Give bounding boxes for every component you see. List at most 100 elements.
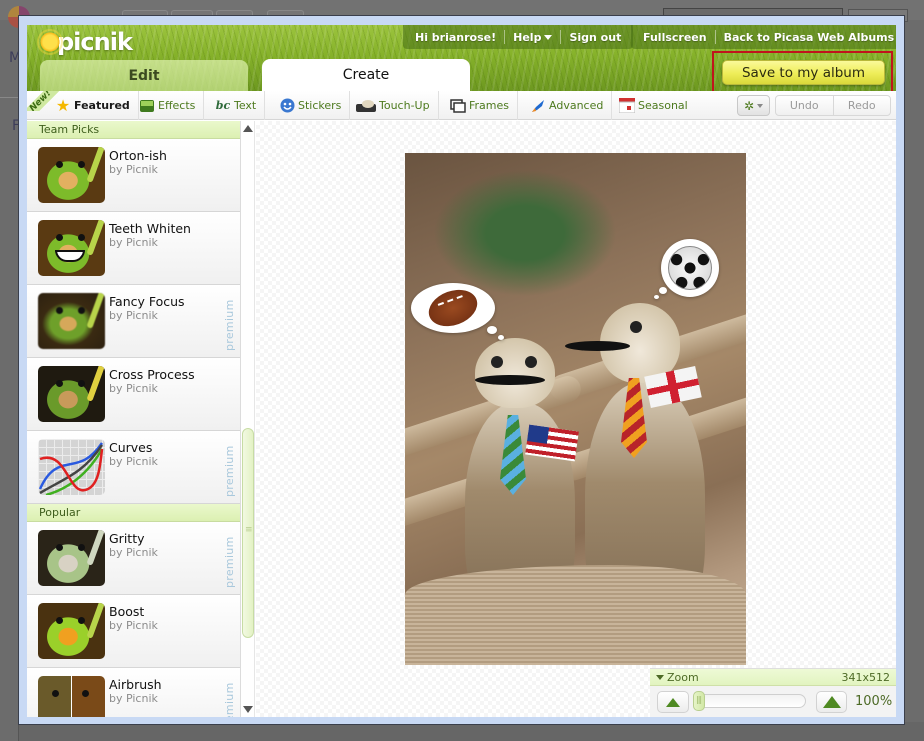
settings-menu-button[interactable]: ✲ <box>737 95 770 116</box>
sun-icon <box>39 31 61 53</box>
tool-effects[interactable]: Effects <box>131 91 205 120</box>
picnik-modal: picnik Hi brianrose! Help Sign out Fulls… <box>18 15 905 725</box>
header: picnik Hi brianrose! Help Sign out Fulls… <box>27 25 896 96</box>
effect-author: by Picnik <box>109 163 158 176</box>
zoom-out-button[interactable] <box>657 691 689 713</box>
effect-title: Boost <box>109 604 145 619</box>
user-nav: Hi brianrose! Help Sign out <box>403 25 634 49</box>
back-label: Back to Picasa Web Albums <box>723 31 895 44</box>
effects-sidebar: Team Picks Orton-ish by Picnik Teeth Whi… <box>27 121 241 717</box>
scrollbar-thumb[interactable] <box>242 428 254 638</box>
zoom-percent: 100% <box>855 694 893 709</box>
premium-badge: premium <box>223 445 236 497</box>
effect-item-gritty[interactable]: Gritty by Picnik premium <box>27 522 240 595</box>
effect-author: by Picnik <box>109 382 158 395</box>
effect-title: Cross Process <box>109 367 195 382</box>
help-label: Help <box>513 30 542 44</box>
effect-item-teeth-whiten[interactable]: Teeth Whiten by Picnik <box>27 212 240 285</box>
effect-author: by Picnik <box>109 546 158 559</box>
tool-label: Text <box>234 99 257 112</box>
save-to-album-button[interactable]: Save to my album <box>722 60 885 85</box>
sidebar-scrollbar[interactable] <box>241 121 255 717</box>
section-header-team-picks: Team Picks <box>27 121 240 139</box>
effect-item-curves[interactable]: Curves by Picnik premium <box>27 431 240 504</box>
tool-touchup[interactable]: Touch-Up <box>348 91 439 120</box>
scroll-down-arrow-icon[interactable] <box>243 706 253 713</box>
tool-seasonal[interactable]: Seasonal <box>611 91 696 120</box>
sticker-smiley-icon <box>279 98 295 114</box>
effect-item-boost[interactable]: Boost by Picnik <box>27 595 240 668</box>
tool-label: Stickers <box>298 99 342 112</box>
tool-label: Effects <box>158 99 196 112</box>
effect-title: Fancy Focus <box>109 294 185 309</box>
text-icon: bc <box>215 99 231 112</box>
new-badge-text: New! <box>27 91 61 111</box>
effect-item-fancy-focus[interactable]: Fancy Focus by Picnik premium <box>27 285 240 358</box>
mountain-small-icon <box>666 697 680 707</box>
frames-icon <box>450 98 466 114</box>
thought-bubble-dot <box>654 295 659 299</box>
tool-frames[interactable]: Frames <box>442 91 519 120</box>
tool-label: Seasonal <box>638 99 688 112</box>
tab-edit[interactable]: Edit <box>40 60 248 91</box>
effect-title: Gritty <box>109 531 145 546</box>
thought-bubble-dot <box>498 335 504 340</box>
background-divider <box>0 97 18 98</box>
tool-label: Advanced <box>549 99 604 112</box>
signout-link[interactable]: Sign out <box>561 31 629 44</box>
image-dimensions: 341x512 <box>841 670 890 684</box>
effect-author: by Picnik <box>109 455 158 468</box>
meerkat-left-head <box>475 338 555 408</box>
effect-thumbnail <box>38 366 105 422</box>
effect-thumbnail <box>38 220 105 276</box>
premium-badge: premium <box>223 682 236 717</box>
logo-text: picnik <box>57 28 133 56</box>
gear-icon: ✲ <box>743 98 755 113</box>
zoom-slider-track[interactable] <box>693 694 806 708</box>
greeting-link[interactable]: Hi brianrose! <box>407 31 504 44</box>
back-to-picasa-link[interactable]: Back to Picasa Web Albums✖ <box>716 30 896 44</box>
tool-label: Frames <box>469 99 510 112</box>
mustache-sticker <box>565 341 630 351</box>
effect-thumbnail <box>38 530 105 586</box>
effect-item-cross-process[interactable]: Cross Process by Picnik <box>27 358 240 431</box>
tool-text[interactable]: bc Text <box>207 91 266 120</box>
photo-burlap <box>405 565 746 665</box>
calendar-icon <box>619 98 635 114</box>
premium-badge: premium <box>223 299 236 351</box>
section-header-popular: Popular <box>27 504 240 522</box>
effect-author: by Picnik <box>109 309 158 322</box>
soccer-ball-sticker <box>668 246 712 290</box>
premium-badge: premium <box>223 536 236 588</box>
tab-create[interactable]: Create <box>262 59 470 91</box>
effect-title: Curves <box>109 440 153 455</box>
redo-button[interactable]: Redo <box>832 96 891 115</box>
collapse-triangle-icon <box>656 675 664 680</box>
help-menu[interactable]: Help <box>505 31 560 44</box>
effect-author: by Picnik <box>109 619 158 632</box>
effect-item-airbrush[interactable]: Airbrush by Picnik premium <box>27 668 240 717</box>
effect-item-orton-ish[interactable]: Orton-ish by Picnik <box>27 139 240 212</box>
zoom-slider-handle[interactable] <box>693 691 705 711</box>
undo-button[interactable]: Undo <box>776 96 833 115</box>
effect-thumbnail <box>38 603 105 659</box>
zoom-panel-header[interactable]: Zoom 341x512 <box>650 669 896 686</box>
thought-bubble-dot <box>659 287 667 294</box>
thought-bubble-dot <box>487 326 497 334</box>
tool-label: Featured <box>74 99 130 112</box>
tool-stickers[interactable]: Stickers <box>271 91 351 120</box>
effect-author: by Picnik <box>109 692 158 705</box>
picnik-logo: picnik <box>39 28 133 56</box>
fullscreen-link[interactable]: Fullscreen <box>635 31 715 44</box>
picnik-app: picnik Hi brianrose! Help Sign out Fulls… <box>27 25 896 717</box>
effect-author: by Picnik <box>109 236 158 249</box>
effect-thumbnail <box>38 293 105 349</box>
chevron-down-icon <box>757 103 764 108</box>
effect-title: Teeth Whiten <box>109 221 191 236</box>
tool-advanced[interactable]: Advanced <box>522 91 613 120</box>
scroll-up-arrow-icon[interactable] <box>243 125 253 132</box>
tool-label: Touch-Up <box>379 99 430 112</box>
edited-photo[interactable] <box>405 153 746 665</box>
undo-redo-group: Undo Redo <box>775 95 891 116</box>
zoom-in-button[interactable] <box>816 691 847 713</box>
